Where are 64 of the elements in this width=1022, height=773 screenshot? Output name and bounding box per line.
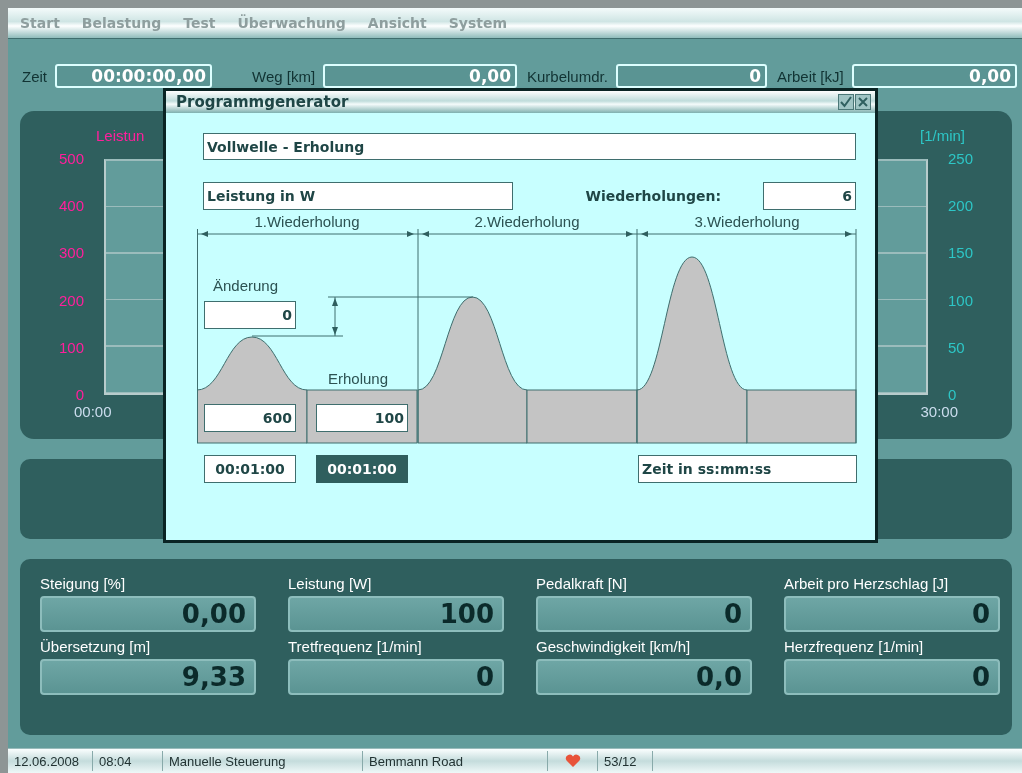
change-field[interactable]: 0 xyxy=(204,301,296,329)
measurement-label: Steigung [%] xyxy=(40,575,127,592)
repetition-label: 3.Wiederholung xyxy=(693,213,801,230)
time-format-field[interactable]: Zeit in ss:mm:ss xyxy=(638,455,857,483)
readout-field: 00:00:00,00 xyxy=(55,64,212,88)
readout-label: Arbeit [kJ] xyxy=(777,67,844,85)
recovery-field[interactable]: 100 xyxy=(316,404,408,432)
duration-field[interactable]: 00:01:00 xyxy=(316,455,408,483)
tick-label: 50 xyxy=(947,337,966,358)
tick-label: 500 xyxy=(57,149,85,169)
status-text: 12.06.2008 xyxy=(14,753,80,769)
status-text: Bemmann Road xyxy=(369,753,463,769)
readout-field: 0 xyxy=(615,64,767,88)
measurement-display: 0 xyxy=(784,659,1000,695)
measurement-display: 0,00 xyxy=(40,596,256,632)
unit-field[interactable]: Leistung in W xyxy=(203,182,513,210)
measurement-label: Arbeit pro Herzschlag [J] xyxy=(784,575,950,592)
readout-field: 0,00 xyxy=(851,64,1017,88)
dialog-title: Programmgenerator xyxy=(176,93,349,111)
tick-label: 100 xyxy=(57,337,85,358)
time-label: 30:00 xyxy=(920,403,958,420)
repetition-label: 1.Wiederholung xyxy=(253,213,361,230)
change-label: Änderung xyxy=(213,277,279,294)
recovery-label: Erholung xyxy=(328,370,389,387)
load-field[interactable]: 600 xyxy=(204,404,296,432)
measurement-label: Herzfrequenz [1/min] xyxy=(784,638,925,655)
tick-label: 0 xyxy=(947,384,958,405)
tick-label: 0 xyxy=(74,384,85,405)
measurement-label: Pedalkraft [N] xyxy=(536,575,628,592)
time-label: 00:00 xyxy=(74,403,112,420)
program-name-field[interactable]: Vollwelle - Erholung xyxy=(203,133,856,160)
readout-label: Weg [km] xyxy=(252,67,316,85)
measurement-display: 0 xyxy=(536,596,752,632)
heart-icon xyxy=(564,754,581,768)
repetition-label: 2.Wiederholung xyxy=(473,213,581,230)
repeats-label: Wiederholungen: xyxy=(585,188,721,204)
measurement-label: Leistung [W] xyxy=(288,575,373,592)
measurement-label: Geschwindigkeit [km/h] xyxy=(536,638,692,655)
measurement-display: 0 xyxy=(288,659,504,695)
measurement-display: 100 xyxy=(288,596,504,632)
measurement-display: 0 xyxy=(784,596,1000,632)
measurement-display: 9,33 xyxy=(40,659,256,695)
measurement-label: Übersetzung [m] xyxy=(40,638,152,655)
readout-label: Zeit xyxy=(22,67,47,85)
tick-label: 150 xyxy=(947,243,975,264)
tick-label: 250 xyxy=(947,149,975,169)
duration-field[interactable]: 00:01:00 xyxy=(204,455,296,483)
repeats-field[interactable]: 6 xyxy=(763,182,856,210)
measurement-label: Tretfrequenz [1/min] xyxy=(288,638,423,655)
status-text: 08:04 xyxy=(99,753,132,769)
tick-label: 200 xyxy=(57,290,85,311)
readout-field: 0,00 xyxy=(323,64,517,88)
axis-title: [1/min] xyxy=(920,127,965,144)
readout-label: Kurbelumdr. xyxy=(527,67,608,85)
confirm-icon[interactable] xyxy=(838,94,854,110)
measurement-display: 0,0 xyxy=(536,659,752,695)
tick-label: 200 xyxy=(947,196,975,217)
tick-label: 300 xyxy=(57,243,85,264)
status-text: 53/12 xyxy=(604,753,637,769)
status-text: Manuelle Steuerung xyxy=(169,753,286,769)
tick-label: 100 xyxy=(947,290,975,311)
axis-title: Leistun xyxy=(96,127,145,144)
close-icon[interactable] xyxy=(855,94,871,110)
tick-label: 400 xyxy=(57,196,85,217)
